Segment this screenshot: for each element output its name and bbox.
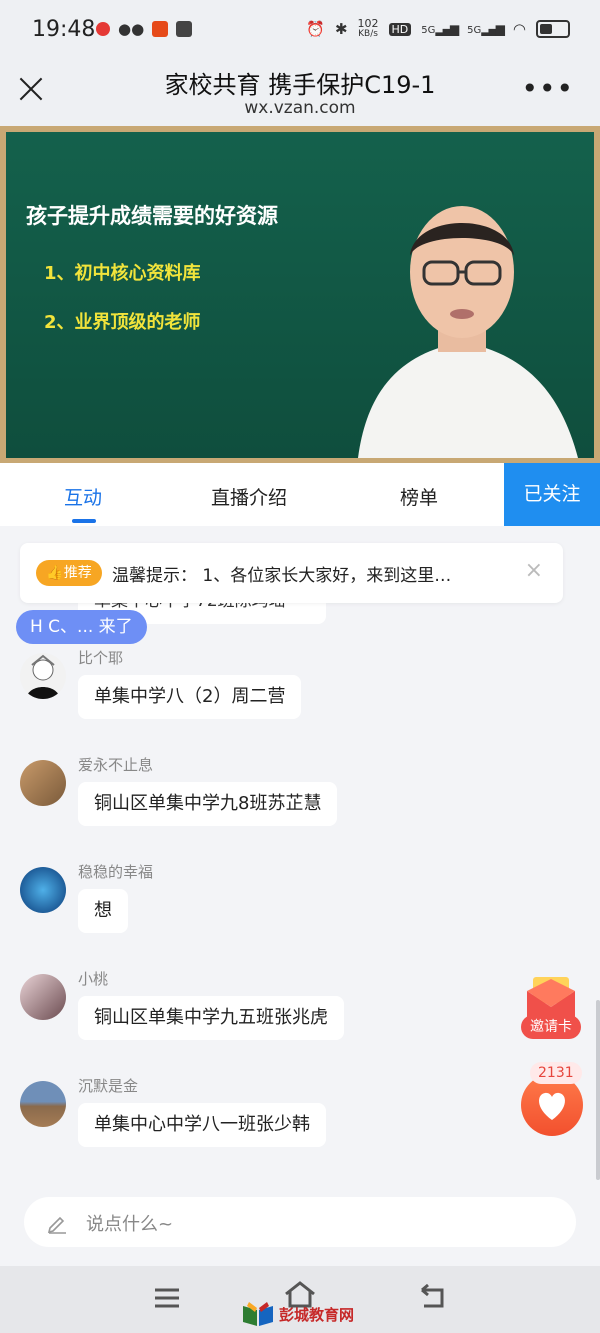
status-time: 19:48 — [32, 17, 96, 42]
tab-ranking[interactable]: 榜单 — [400, 483, 438, 510]
signal-5g-1: 5G▂▄▆ — [421, 22, 459, 36]
chat-username: 小桃 — [78, 970, 109, 988]
tab-interact[interactable]: 互动 — [64, 483, 102, 510]
notification-icons: ●● — [96, 20, 193, 38]
menu-icon[interactable] — [153, 1286, 181, 1310]
slide-point-2: 2、业界顶级的老师 — [44, 312, 201, 333]
page-title: 家校共育 携手保护C19-1 — [164, 71, 436, 99]
slide-point-1: 1、初中核心资料库 — [44, 263, 201, 284]
envelope-icon — [527, 977, 575, 1017]
alarm-icon: ⏰ — [306, 20, 325, 38]
avatar[interactable] — [20, 867, 66, 913]
recommend-badge: 👍推荐 — [36, 560, 102, 586]
slide-title: 孩子提升成绩需要的好资源 — [26, 204, 278, 228]
chat-username: 沉默是金 — [78, 1077, 139, 1095]
flash-app-icon — [176, 21, 193, 37]
signal-5g-2: 5G▂▄▆ — [467, 22, 505, 36]
avatar[interactable] — [20, 974, 66, 1020]
wifi-icon: ◠ — [512, 20, 526, 38]
more-menu-icon[interactable]: ••• — [521, 75, 574, 103]
recommend-badge-label: 推荐 — [63, 565, 92, 581]
chat-bubble: 铜山区单集中学九五班张兆虎 — [78, 996, 344, 1040]
shop-app-icon — [152, 21, 169, 37]
chat-username: 稳稳的幸福 — [78, 863, 154, 881]
comment-input[interactable]: 说点什么~ — [24, 1197, 576, 1247]
avatar[interactable] — [20, 1081, 66, 1127]
live-video-player[interactable]: 孩子提升成绩需要的好资源 1、初中核心资料库 2、业界顶级的老师 — [0, 126, 600, 464]
avatar[interactable] — [20, 653, 66, 699]
chalkboard-slide: 孩子提升成绩需要的好资源 1、初中核心资料库 2、业界顶级的老师 — [6, 132, 594, 458]
wechat-icon: ●● — [118, 20, 145, 38]
user-joined-pill: H C、... 来了 — [16, 610, 147, 644]
thumbs-up-icon: 👍 — [46, 565, 64, 581]
status-bar: 19:48 ●● ⏰ ✱ 102 KB/s HD 5G▂▄▆ 5G▂▄▆ ◠ — [0, 0, 600, 60]
watermark-text: 彭城教育网 — [279, 1306, 355, 1324]
network-speed-value: 102 — [357, 17, 379, 30]
invite-card-label: 邀请卡 — [521, 1015, 581, 1039]
chat-bubble: 想 — [78, 889, 128, 933]
tab-live-intro[interactable]: 直播介绍 — [211, 483, 287, 510]
comment-placeholder: 说点什么~ — [86, 1214, 174, 1235]
network-speed: 102 KB/s — [358, 18, 379, 40]
chat-bubble: 单集中学八（2）周二营 — [78, 675, 302, 719]
invite-card-button[interactable]: 邀请卡 — [521, 975, 581, 1041]
battery-icon — [536, 20, 570, 38]
chat-username: 爱永不止息 — [78, 756, 154, 774]
page-domain: wx.vzan.com — [244, 98, 356, 118]
title-bar: 家校共育 携手保护C19-1 wx.vzan.com ••• — [0, 60, 600, 126]
tab-bar: 互动 直播介绍 榜单 已关注 — [0, 463, 600, 526]
presenter-video — [358, 206, 578, 458]
notice-text: 温馨提示： 1、各位家长大家好，来到这里… — [112, 566, 452, 586]
pencil-icon — [47, 1216, 66, 1234]
back-icon[interactable] — [418, 1284, 448, 1310]
comment-bar: 说点什么~ — [0, 1180, 600, 1266]
avatar[interactable] — [20, 760, 66, 806]
chat-scrollbar[interactable] — [596, 1000, 600, 1180]
like-count: 2131 — [530, 1062, 582, 1084]
follow-button[interactable]: 已关注 — [504, 463, 600, 526]
status-right: ⏰ ✱ 102 KB/s HD 5G▂▄▆ 5G▂▄▆ ◠ — [306, 18, 570, 40]
bluetooth-icon: ✱ — [334, 20, 348, 38]
notice-close-icon[interactable]: × — [525, 558, 543, 583]
app-notification-icon — [96, 22, 110, 36]
chat-bubble: 单集中心中学八一班张少韩 — [78, 1103, 326, 1147]
notice-banner[interactable]: 👍推荐 温馨提示： 1、各位家长大家好，来到这里… × — [20, 543, 563, 603]
chat-bubble: 铜山区单集中学九8班苏芷慧 — [78, 782, 338, 826]
book-logo-icon — [243, 1302, 273, 1326]
watermark-logo: 彭城教育网 — [241, 1300, 367, 1330]
chat-username: 比个耶 — [78, 649, 124, 667]
hd-badge: HD — [388, 22, 412, 36]
network-speed-unit: KB/s — [358, 29, 378, 39]
active-tab-indicator — [72, 519, 96, 523]
